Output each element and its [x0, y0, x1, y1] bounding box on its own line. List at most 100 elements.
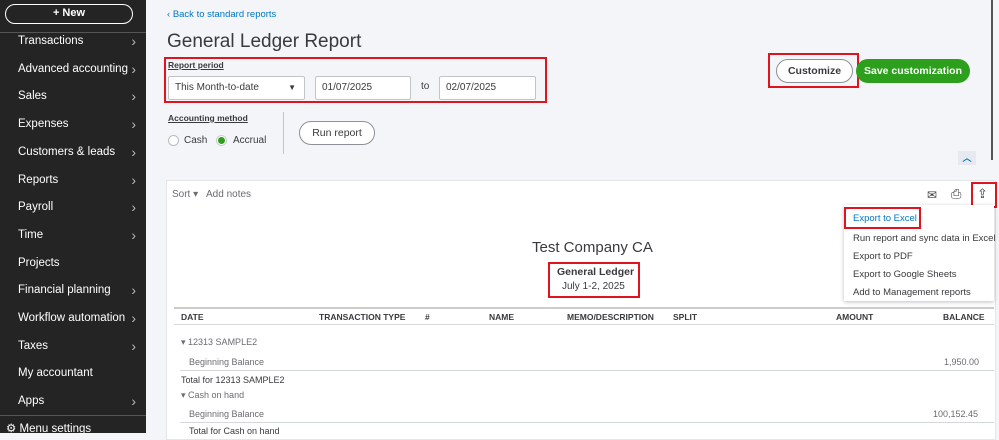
- sort-label: Sort: [172, 189, 191, 200]
- cash-label: Cash: [184, 135, 208, 146]
- chevron-right-icon: ›: [131, 60, 136, 77]
- sidebar-item-label: My accountant: [18, 367, 93, 380]
- chevron-right-icon: ›: [131, 393, 136, 410]
- sidebar-item-apps[interactable]: Apps ›: [18, 392, 142, 410]
- divider: [180, 370, 994, 371]
- group-toggle[interactable]: ▾ 12313 SAMPLE2: [181, 337, 257, 348]
- col-amount[interactable]: AMOUNT: [836, 312, 873, 322]
- scrollbar[interactable]: [991, 0, 993, 160]
- row-label: Beginning Balance: [189, 409, 265, 419]
- chevron-right-icon: ›: [131, 226, 136, 243]
- chevron-right-icon: ›: [131, 337, 136, 354]
- export-to-google-sheets[interactable]: Export to Google Sheets: [853, 269, 957, 280]
- to-date-input[interactable]: 02/07/2025: [439, 76, 536, 100]
- sidebar-item-expenses[interactable]: Expenses ›: [18, 115, 142, 133]
- col-transaction-type[interactable]: TRANSACTION TYPE: [319, 312, 405, 322]
- sidebar-item-transactions[interactable]: Transactions ›: [18, 32, 142, 50]
- sidebar-item-label: Advanced accounting: [18, 62, 128, 75]
- sidebar-item-time[interactable]: Time ›: [18, 226, 142, 244]
- divider: [180, 422, 994, 423]
- col-name[interactable]: NAME: [489, 312, 514, 322]
- sidebar-item-label: Apps: [18, 395, 45, 408]
- divider: [0, 415, 146, 416]
- total-label: Total for 12313 SAMPLE2: [181, 375, 285, 385]
- col-memo[interactable]: MEMO/DESCRIPTION: [567, 312, 654, 322]
- save-customization-button[interactable]: Save customization: [856, 59, 970, 83]
- accrual-label: Accrual: [233, 135, 267, 146]
- add-notes-link[interactable]: Add notes: [206, 189, 251, 200]
- sidebar-item-workflow-automation[interactable]: Workflow automation ›: [18, 309, 142, 327]
- col-balance[interactable]: BALANCE: [943, 312, 985, 322]
- new-button[interactable]: + New: [5, 4, 133, 24]
- cash-radio[interactable]: [168, 135, 179, 146]
- chevron-right-icon: ›: [131, 171, 136, 188]
- sidebar-item-reports[interactable]: Reports ›: [18, 171, 142, 189]
- caret-down-icon: ▼: [288, 83, 296, 92]
- report-period-select[interactable]: This Month-to-date ▼: [168, 76, 305, 100]
- row-label: Beginning Balance: [189, 357, 265, 367]
- to-label: to: [421, 81, 430, 92]
- sidebar: + New Transactions › Advanced accounting › S…: [0, 0, 146, 435]
- report-dates: July 1-2, 2025: [562, 281, 625, 292]
- divider: [283, 112, 284, 154]
- divider: [174, 307, 994, 309]
- page-title: General Ledger Report: [167, 31, 362, 52]
- total-label: Total for Cash on hand: [189, 426, 280, 436]
- export-icon[interactable]: ⇪: [977, 186, 988, 202]
- accounting-method-label: Accounting method: [168, 113, 248, 123]
- company-name: Test Company CA: [532, 239, 653, 256]
- sidebar-item-label: Taxes: [18, 339, 49, 352]
- group-label: 12313 SAMPLE2: [188, 337, 258, 347]
- sidebar-item-label: Expenses: [18, 118, 69, 131]
- col-date[interactable]: DATE: [181, 312, 204, 322]
- sidebar-item-sales[interactable]: Sales ›: [18, 87, 142, 105]
- sidebar-item-label: Reports: [18, 173, 59, 186]
- sidebar-item-financial-planning[interactable]: Financial planning ›: [18, 281, 142, 299]
- col-split[interactable]: SPLIT: [673, 312, 697, 322]
- chevron-right-icon: ›: [131, 116, 136, 133]
- group-label: Cash on hand: [188, 390, 245, 400]
- chevron-right-icon: ›: [131, 88, 136, 105]
- add-to-management-reports[interactable]: Add to Management reports: [853, 287, 971, 298]
- export-to-pdf[interactable]: Export to PDF: [853, 251, 913, 262]
- row-balance: 1,950.00: [944, 357, 980, 367]
- collapse-chevron-up-icon[interactable]: ︿: [958, 151, 976, 165]
- sidebar-item-customers-leads[interactable]: Customers & leads ›: [18, 143, 142, 161]
- sidebar-item-my-accountant[interactable]: My accountant: [18, 364, 142, 382]
- chevron-right-icon: ›: [131, 199, 136, 216]
- email-icon[interactable]: ✉: [927, 188, 937, 202]
- sidebar-item-projects[interactable]: Projects: [18, 254, 142, 272]
- sort-dropdown[interactable]: Sort ▾: [172, 189, 198, 200]
- divider: [174, 324, 994, 325]
- sidebar-item-label: Customers & leads: [18, 145, 116, 158]
- export-menu: Export to Excel Run report and sync data…: [844, 205, 996, 301]
- menu-settings-label: Menu settings: [19, 423, 92, 435]
- run-report-button[interactable]: Run report: [299, 121, 375, 145]
- group-toggle[interactable]: ▾ Cash on hand: [181, 390, 244, 401]
- sidebar-item-label: Time: [18, 228, 44, 241]
- print-icon[interactable]: ⎙: [951, 186, 961, 202]
- col-number[interactable]: #: [425, 312, 430, 322]
- chevron-right-icon: ›: [131, 143, 136, 160]
- report-period-value: This Month-to-date: [175, 82, 259, 93]
- back-to-standard-reports-link[interactable]: ‹ Back to standard reports: [167, 9, 276, 20]
- sidebar-item-label: Transactions: [18, 35, 84, 47]
- sidebar-item-advanced-accounting[interactable]: Advanced accounting ›: [18, 60, 142, 78]
- run-report-sync-excel[interactable]: Run report and sync data in Excel: [853, 233, 996, 244]
- sidebar-item-label: Workflow automation: [18, 312, 126, 324]
- from-date-input[interactable]: 01/07/2025: [315, 76, 411, 100]
- customize-button[interactable]: Customize: [776, 59, 853, 83]
- gear-icon: ⚙: [6, 423, 17, 435]
- back-link-label: Back to standard reports: [172, 9, 277, 20]
- report-name: General Ledger: [557, 266, 635, 278]
- menu-settings[interactable]: ⚙ Menu settings: [6, 420, 130, 438]
- accrual-radio[interactable]: [216, 135, 227, 146]
- sidebar-item-taxes[interactable]: Taxes ›: [18, 337, 142, 355]
- sidebar-item-label: Sales: [18, 90, 47, 103]
- chevron-right-icon: ›: [131, 282, 136, 299]
- chevron-right-icon: ›: [131, 33, 136, 49]
- export-to-excel[interactable]: Export to Excel: [853, 213, 917, 224]
- sidebar-item-label: Payroll: [18, 201, 54, 214]
- row-balance: 100,152.45: [933, 409, 979, 419]
- sidebar-item-payroll[interactable]: Payroll ›: [18, 198, 142, 216]
